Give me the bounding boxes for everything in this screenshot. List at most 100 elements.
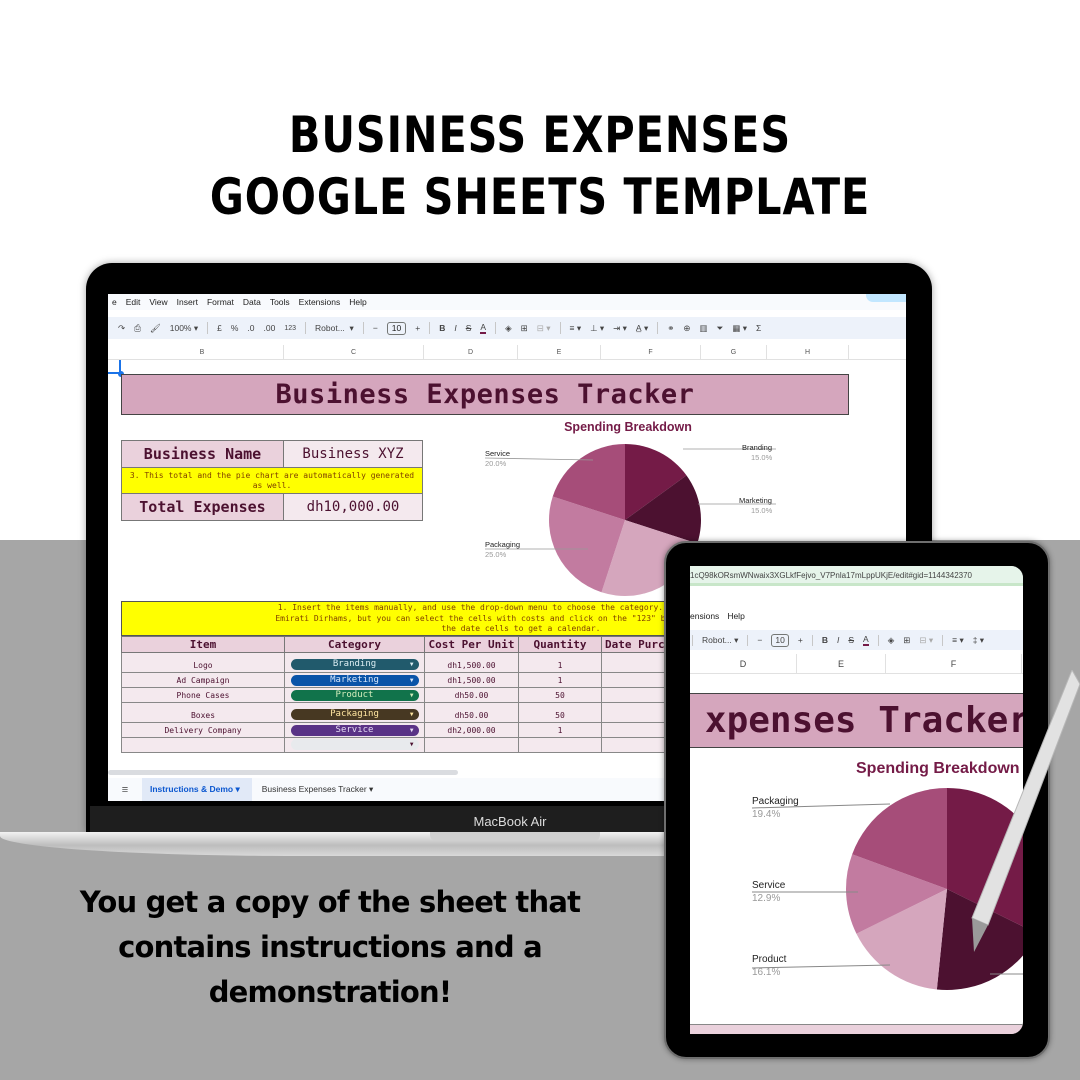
cell-quantity[interactable]: 1 xyxy=(518,672,602,688)
borders-icon[interactable]: ⊞ xyxy=(903,635,910,646)
filter-icon[interactable]: ⏷ xyxy=(717,323,724,334)
increase-decimal-button[interactable]: .00 xyxy=(264,323,276,333)
column-header-f[interactable]: F xyxy=(601,345,701,360)
comment-icon[interactable]: ⊕ xyxy=(683,323,690,334)
strikethrough-button[interactable]: S xyxy=(848,635,854,645)
category-dropdown-empty[interactable]: ▼ xyxy=(290,738,419,750)
cell-category[interactable]: Packaging ▼ xyxy=(284,702,425,723)
share-button[interactable] xyxy=(866,294,906,302)
functions-button[interactable]: Σ xyxy=(756,323,761,333)
cell-quantity[interactable]: 1 xyxy=(518,652,602,673)
column-header-h[interactable]: H xyxy=(767,345,849,360)
decrease-decimal-button[interactable]: .0 xyxy=(247,323,254,333)
cell-item[interactable] xyxy=(121,737,285,753)
percent-button[interactable]: % xyxy=(231,323,239,333)
column-header-c[interactable]: C xyxy=(284,345,424,360)
menu-help[interactable]: Help xyxy=(727,611,744,621)
cell-category[interactable]: Service ▼ xyxy=(284,722,425,738)
link-icon[interactable]: ⚭ xyxy=(667,323,674,334)
vertical-align-icon[interactable]: ⊥ ▾ xyxy=(590,323,604,334)
italic-button[interactable]: I xyxy=(454,323,456,333)
chart-icon[interactable]: ▥ xyxy=(699,323,707,334)
menu-extensions[interactable]: ensions xyxy=(690,611,719,621)
font-select[interactable]: Robot... ▾ xyxy=(702,635,738,646)
merge-cells-icon[interactable]: ⊟ ▾ xyxy=(537,323,551,334)
cell-quantity[interactable] xyxy=(518,737,602,753)
fill-color-icon[interactable]: ◈ xyxy=(505,323,512,334)
italic-button[interactable]: I xyxy=(837,635,839,645)
column-header-d[interactable]: D xyxy=(690,654,797,674)
column-header-d[interactable]: D xyxy=(424,345,518,360)
business-name-value[interactable]: Business XYZ xyxy=(283,440,423,468)
zoom-select[interactable]: 100% ▾ xyxy=(170,323,198,334)
total-expenses-value[interactable]: dh10,000.00 xyxy=(283,493,423,521)
font-size-input[interactable]: 10 xyxy=(771,633,789,647)
menu-data[interactable]: Data xyxy=(243,297,261,307)
strikethrough-button[interactable]: S xyxy=(466,323,472,333)
category-dropdown[interactable]: Service ▼ xyxy=(290,724,419,736)
borders-icon[interactable]: ⊞ xyxy=(521,323,528,334)
currency-button[interactable]: £ xyxy=(217,323,222,333)
column-header-g[interactable]: G xyxy=(701,345,767,360)
column-header-e[interactable]: E xyxy=(518,345,601,360)
filter-views-icon[interactable]: ▦ ▾ xyxy=(732,323,747,334)
all-sheets-menu-icon[interactable]: ≡ xyxy=(108,784,142,796)
menu-tools[interactable]: Tools xyxy=(270,297,290,307)
menu-format[interactable]: Format xyxy=(207,297,234,307)
cell-cost[interactable] xyxy=(424,737,519,753)
tab-instructions-demo[interactable]: Instructions & Demo ▾ xyxy=(142,778,252,801)
tab-business-expenses-tracker[interactable]: Business Expenses Tracker ▾ xyxy=(252,784,384,795)
font-size-input[interactable]: 10 xyxy=(386,321,407,335)
font-size-increase[interactable]: + xyxy=(415,323,420,333)
font-size-increase[interactable]: + xyxy=(798,635,803,645)
cell-cost[interactable]: dh2,000.00 xyxy=(424,722,519,738)
menu-help[interactable]: Help xyxy=(349,297,366,307)
category-dropdown[interactable]: Branding ▼ xyxy=(290,659,419,670)
cell-item[interactable]: Ad Campaign xyxy=(121,672,285,688)
category-dropdown[interactable]: Product ▼ xyxy=(290,689,419,701)
menu-edit[interactable]: Edit xyxy=(126,297,141,307)
cell-category[interactable]: Marketing ▼ xyxy=(284,672,425,688)
category-dropdown[interactable]: Packaging ▼ xyxy=(290,709,419,720)
horizontal-scrollbar[interactable] xyxy=(108,770,458,775)
cell-quantity[interactable]: 50 xyxy=(518,687,602,703)
redo-icon[interactable]: ↷ xyxy=(118,323,125,334)
text-wrap-icon[interactable]: ⇥ ▾ xyxy=(613,323,627,334)
cell-quantity[interactable]: 50 xyxy=(518,702,602,723)
note-cell[interactable]: 3. This total and the pie chart are auto… xyxy=(121,467,423,494)
cell-cost[interactable]: dh1,500.00 xyxy=(424,652,519,673)
more-formats-button[interactable]: 123 xyxy=(284,325,296,332)
bold-button[interactable]: B xyxy=(822,635,828,645)
horizontal-align-icon[interactable]: ≡ ▾ xyxy=(952,635,964,646)
paint-format-icon[interactable]: 🖌︎ xyxy=(150,323,161,334)
column-header-e[interactable]: E xyxy=(797,654,886,674)
menu-view[interactable]: View xyxy=(149,297,167,307)
cell-item[interactable]: Logo xyxy=(121,652,285,673)
cell-cost[interactable]: dh1,500.00 xyxy=(424,672,519,688)
font-size-decrease[interactable]: − xyxy=(757,635,762,645)
horizontal-align-icon[interactable]: ≡ ▾ xyxy=(570,323,582,334)
cell-item[interactable]: Boxes xyxy=(121,702,285,723)
print-icon[interactable]: ⎙ xyxy=(134,323,141,334)
bold-button[interactable]: B xyxy=(439,323,445,333)
cell-category[interactable]: Product ▼ xyxy=(284,687,425,703)
text-rotation-icon[interactable]: A̲ ▾ xyxy=(636,323,648,334)
tablet-pie-chart-svg[interactable] xyxy=(690,771,1023,1031)
cell-quantity[interactable]: 1 xyxy=(518,722,602,738)
menu-insert[interactable]: Insert xyxy=(177,297,198,307)
menu-extensions[interactable]: Extensions xyxy=(299,297,341,307)
merge-cells-icon[interactable]: ⊟ ▾ xyxy=(919,635,933,646)
font-select[interactable]: Robot... ▾ xyxy=(315,323,354,334)
category-dropdown[interactable]: Marketing ▼ xyxy=(290,674,419,686)
text-color-button[interactable]: A xyxy=(480,322,487,334)
cell-category[interactable]: ▼ xyxy=(284,737,425,753)
fill-color-icon[interactable]: ◈ xyxy=(888,635,895,646)
font-size-decrease[interactable]: − xyxy=(373,323,378,333)
cell-cost[interactable]: dh50.00 xyxy=(424,702,519,723)
column-header-f[interactable]: F xyxy=(886,654,1022,674)
cell-cost[interactable]: dh50.00 xyxy=(424,687,519,703)
column-header-b[interactable]: B xyxy=(121,345,284,360)
text-color-button[interactable]: A xyxy=(863,634,869,646)
cell-item[interactable]: Phone Cases xyxy=(121,687,285,703)
menu-file[interactable]: e xyxy=(112,297,117,307)
